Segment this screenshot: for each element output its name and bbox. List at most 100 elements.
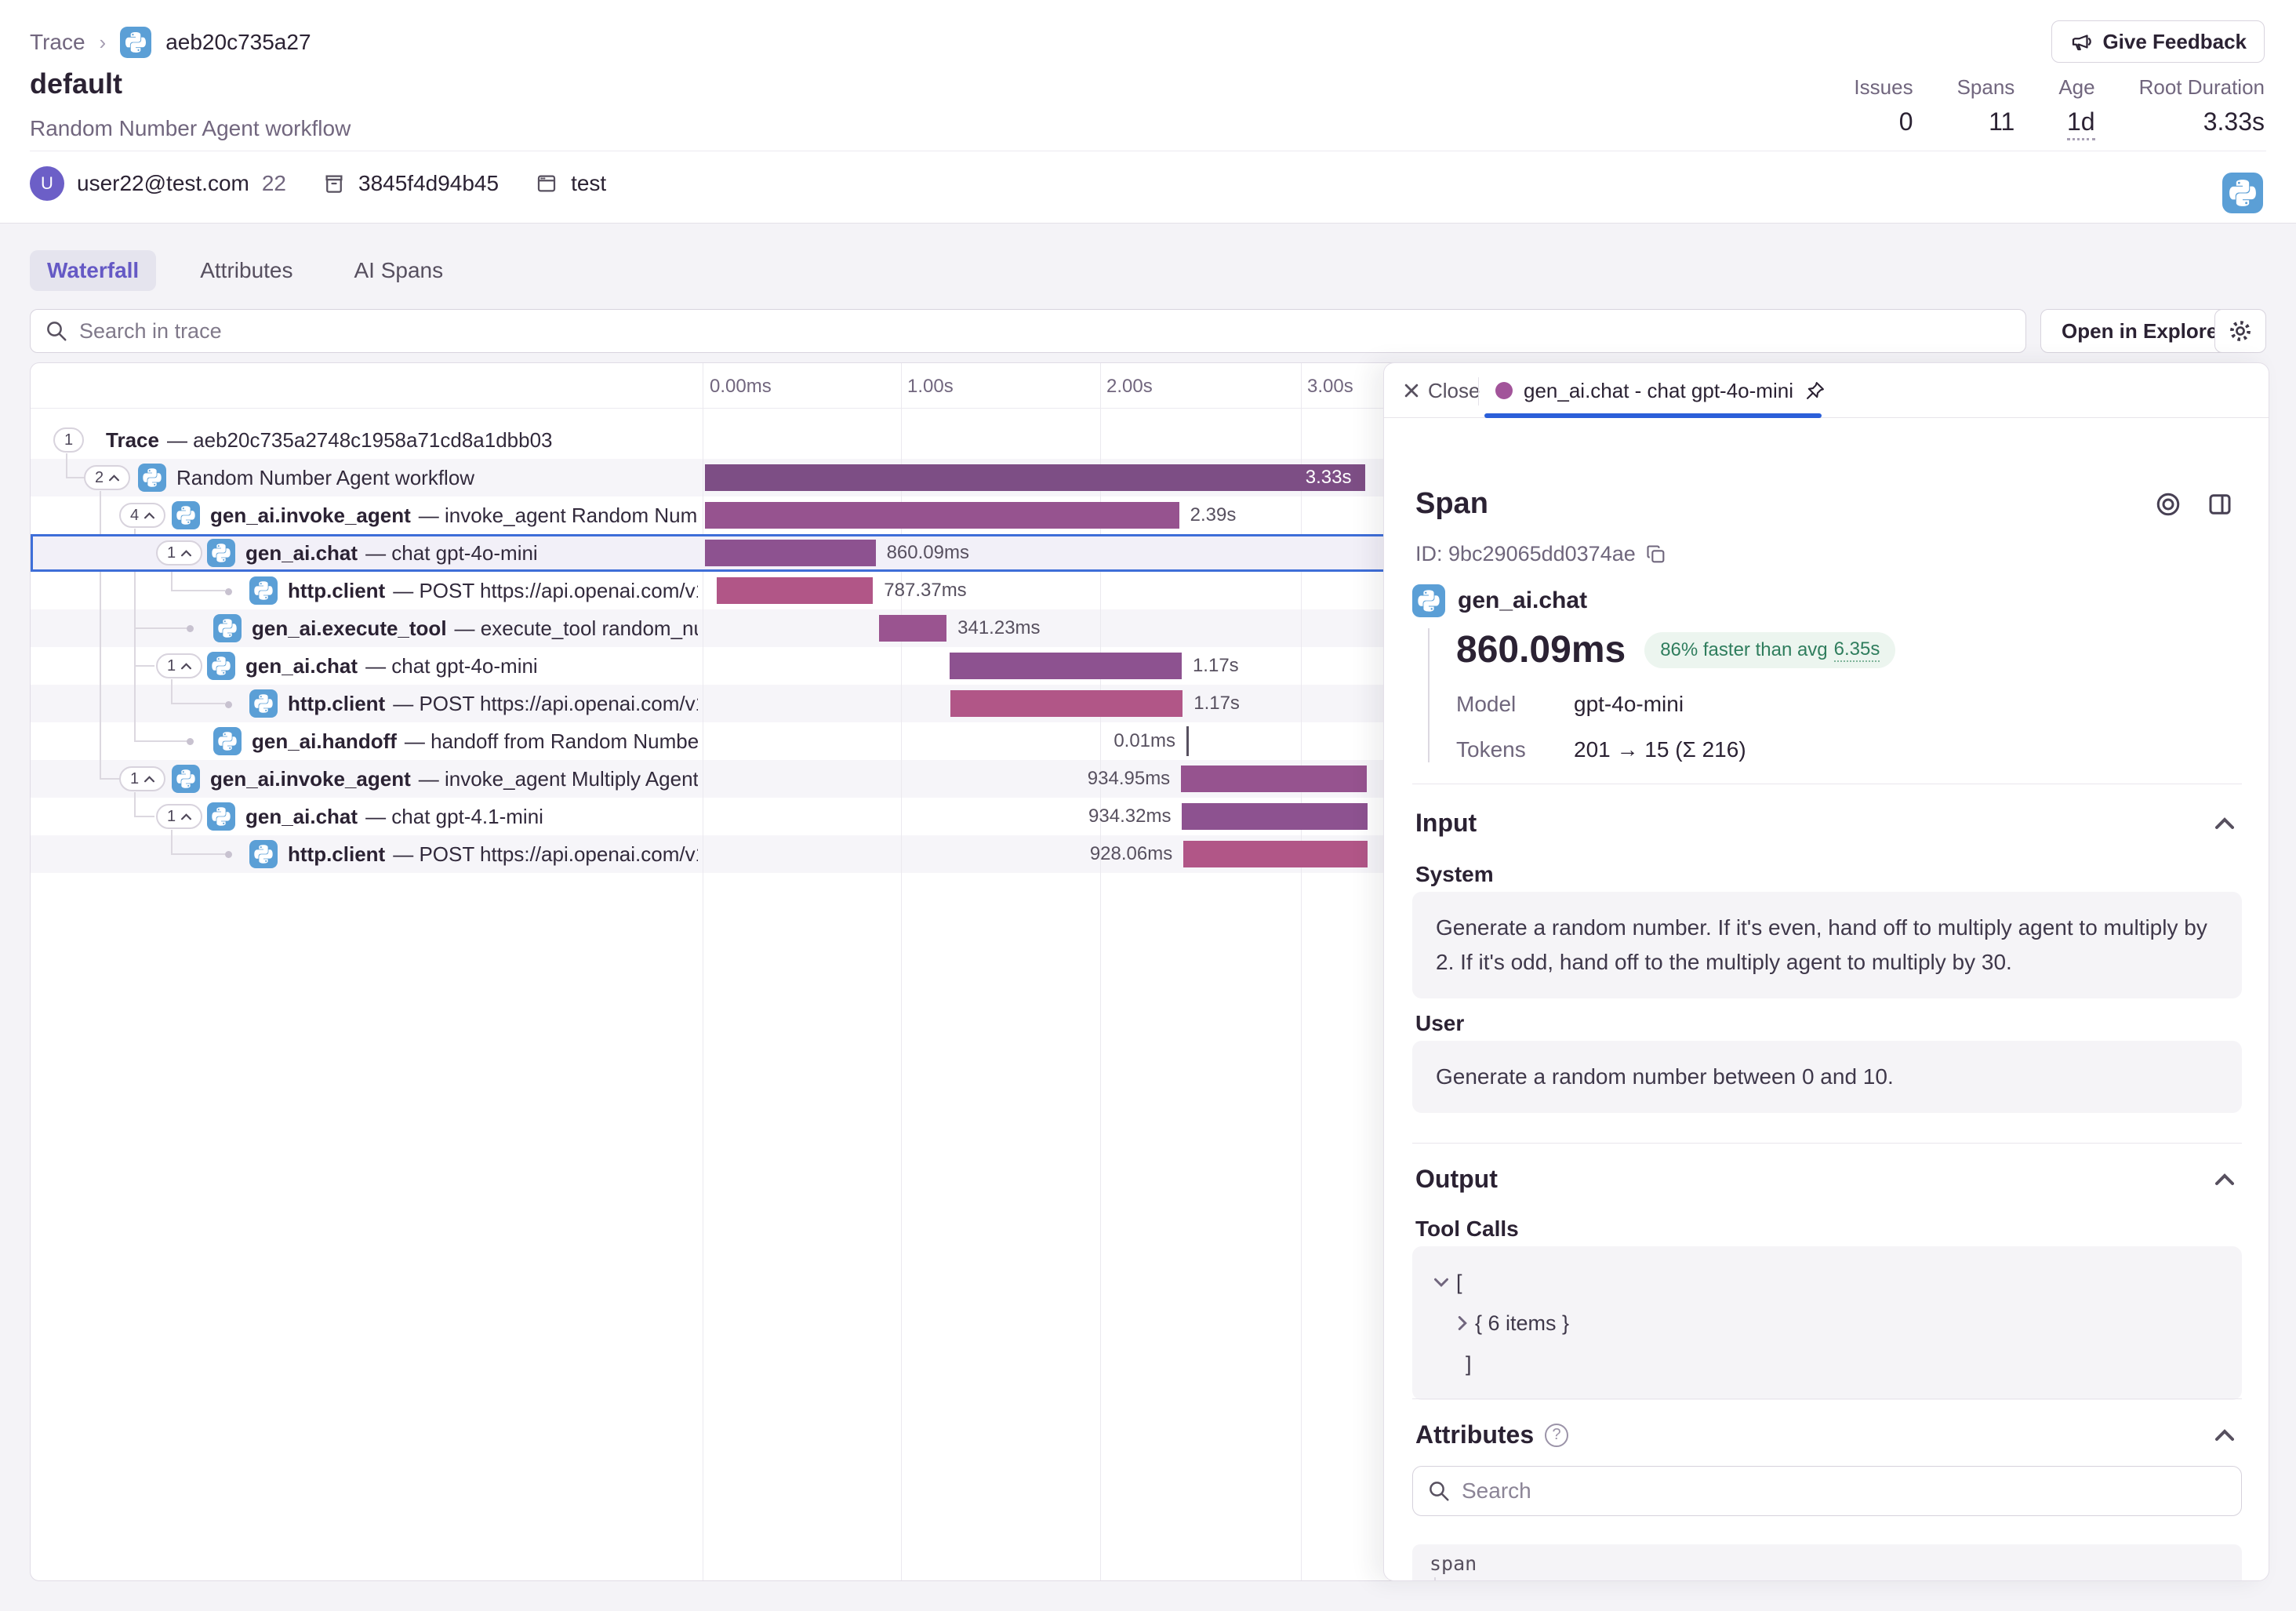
- chevron-up-icon: [181, 663, 191, 670]
- section-divider: [1412, 1398, 2242, 1399]
- trace-stats: Issues 0 Spans 11 Age 1d Root Duration 3…: [1854, 75, 2265, 140]
- python-icon: [249, 576, 278, 605]
- performance-badge[interactable]: 86% faster than avg 6.35s: [1644, 632, 1895, 668]
- span-duration-bar[interactable]: [1183, 841, 1368, 867]
- python-icon: [249, 840, 278, 868]
- close-icon: [1403, 382, 1420, 399]
- json-array-open[interactable]: [: [1434, 1262, 2220, 1303]
- environment-value[interactable]: test: [571, 171, 606, 196]
- span-label[interactable]: gen_ai.invoke_agent— invoke_agent Random…: [210, 496, 698, 534]
- user-email[interactable]: user22@test.com: [77, 171, 249, 196]
- user-count: 22: [262, 171, 286, 196]
- tick-label: 0.00ms: [710, 376, 772, 398]
- pin-icon[interactable]: [1804, 380, 1826, 402]
- tab-attributes[interactable]: Attributes: [183, 250, 310, 291]
- span-count-chip[interactable]: 1: [53, 427, 84, 453]
- breadcrumb: Trace › aeb20c735a27: [30, 27, 311, 58]
- span-label[interactable]: http.client— POST https://api.openai.com…: [288, 685, 698, 722]
- span-duration-label: 1.17s: [1193, 685, 1240, 722]
- span-detail-tab[interactable]: gen_ai.chat - chat gpt-4o-mini: [1495, 363, 1826, 418]
- give-feedback-label: Give Feedback: [2102, 30, 2247, 54]
- span-header-actions: [2154, 490, 2234, 518]
- span-duration-bar[interactable]: [1182, 803, 1367, 830]
- tree-elbow: [1434, 1577, 1447, 1581]
- span-label[interactable]: Random Number Agent workflow: [176, 459, 698, 496]
- python-platform-icon: [2222, 173, 2263, 213]
- stat-value: 11: [1989, 107, 2014, 136]
- open-in-explore-button[interactable]: Open in Explore: [2040, 309, 2239, 353]
- input-title: Input: [1415, 809, 1477, 838]
- span-duration-bar[interactable]: [705, 502, 1179, 529]
- span-duration-bar[interactable]: [950, 690, 1183, 717]
- collapse-chip[interactable]: 1: [156, 653, 202, 678]
- collapse-chip[interactable]: 1: [119, 766, 165, 791]
- input-section-header[interactable]: Input: [1415, 809, 2234, 838]
- attributes-search-input[interactable]: [1462, 1478, 2227, 1504]
- span-duration-label: 934.32ms: [888, 798, 1171, 835]
- settings-button[interactable]: [2214, 309, 2266, 353]
- span-duration-label: 934.95ms: [888, 760, 1170, 798]
- give-feedback-button[interactable]: Give Feedback: [2051, 20, 2265, 63]
- collapse-chip[interactable]: 1: [156, 540, 202, 565]
- stat-value[interactable]: 1d: [2067, 107, 2095, 140]
- close-button[interactable]: Close: [1403, 363, 1480, 418]
- collapse-chevron-icon[interactable]: [2215, 1173, 2234, 1186]
- stat-label: Age: [2058, 75, 2094, 100]
- span-duration-bar[interactable]: [1186, 726, 1189, 756]
- trace-search[interactable]: [30, 309, 2026, 353]
- python-icon: [172, 765, 200, 793]
- span-duration-bar[interactable]: [705, 540, 876, 566]
- span-duration-bar[interactable]: [950, 653, 1182, 679]
- collapse-chevron-icon[interactable]: [2215, 1429, 2234, 1442]
- tab-ai-spans[interactable]: AI Spans: [337, 250, 461, 291]
- span-duration-bar[interactable]: [879, 615, 946, 642]
- attribute-group-span[interactable]: span: [1412, 1544, 2242, 1581]
- span-label[interactable]: Trace— aeb20c735a2748c1958a71cd8a1dbb03: [106, 421, 698, 459]
- python-icon: [213, 727, 242, 755]
- collapse-chip[interactable]: 1: [156, 804, 202, 829]
- user-avatar[interactable]: U: [30, 166, 64, 201]
- span-metrics: 860.09ms 86% faster than avg 6.35s Model…: [1428, 628, 2212, 762]
- copy-icon[interactable]: [1645, 544, 1667, 565]
- span-label[interactable]: http.client— POST https://api.openai.com…: [288, 572, 698, 609]
- collapse-chevron-icon[interactable]: [2215, 817, 2234, 830]
- attributes-search[interactable]: [1412, 1466, 2242, 1516]
- help-icon[interactable]: ?: [1545, 1424, 1568, 1447]
- breadcrumb-trace-id[interactable]: aeb20c735a27: [165, 30, 311, 55]
- span-section-title: Span: [1415, 487, 1488, 521]
- layout-columns-icon[interactable]: [2206, 490, 2234, 518]
- span-label[interactable]: gen_ai.chat— chat gpt-4o-mini: [245, 647, 698, 685]
- collapse-chip[interactable]: 2: [84, 465, 130, 490]
- span-label[interactable]: gen_ai.chat— chat gpt-4.1-mini: [245, 798, 698, 835]
- span-duration-label: 860.09ms: [887, 534, 969, 572]
- tick-label: 3.00s: [1307, 376, 1353, 398]
- chevron-down-icon[interactable]: [1434, 1278, 1448, 1287]
- release-id[interactable]: 3845f4d94b45: [358, 171, 499, 196]
- search-input[interactable]: [79, 319, 2011, 344]
- span-color-dot: [1495, 382, 1513, 399]
- span-label[interactable]: http.client— POST https://api.openai.com…: [288, 835, 698, 873]
- python-icon: [207, 539, 235, 567]
- python-icon: [249, 689, 278, 718]
- json-array-close: ]: [1434, 1344, 2220, 1384]
- span-label[interactable]: gen_ai.handoff— handoff from Random Numb…: [252, 722, 698, 760]
- span-label[interactable]: gen_ai.execute_tool— execute_tool random…: [252, 609, 698, 647]
- focus-target-icon[interactable]: [2154, 490, 2182, 518]
- chevron-up-icon: [144, 776, 154, 783]
- chevron-right-icon[interactable]: [1458, 1316, 1467, 1330]
- user-message-box: Generate a random number between 0 and 1…: [1412, 1041, 2242, 1113]
- span-duration-bar[interactable]: [1181, 765, 1367, 792]
- span-label[interactable]: gen_ai.invoke_agent— invoke_agent Multip…: [210, 760, 698, 798]
- tab-waterfall[interactable]: Waterfall: [30, 250, 156, 291]
- output-section-header[interactable]: Output: [1415, 1165, 2234, 1194]
- breadcrumb-trace-link[interactable]: Trace: [30, 30, 85, 55]
- span-label[interactable]: gen_ai.chat— chat gpt-4o-mini: [245, 534, 698, 572]
- collapse-chip[interactable]: 4: [119, 503, 165, 528]
- stat-value: 0: [1899, 107, 1913, 136]
- tokens-row: Tokens 201 → 15 (Σ 216): [1456, 737, 2212, 762]
- python-icon: [120, 27, 151, 58]
- attributes-section-header[interactable]: Attributes ?: [1415, 1420, 2234, 1449]
- page-title: default: [30, 67, 122, 100]
- json-object-collapsed[interactable]: { 6 items }: [1434, 1303, 2220, 1344]
- span-duration-bar[interactable]: [717, 577, 873, 604]
